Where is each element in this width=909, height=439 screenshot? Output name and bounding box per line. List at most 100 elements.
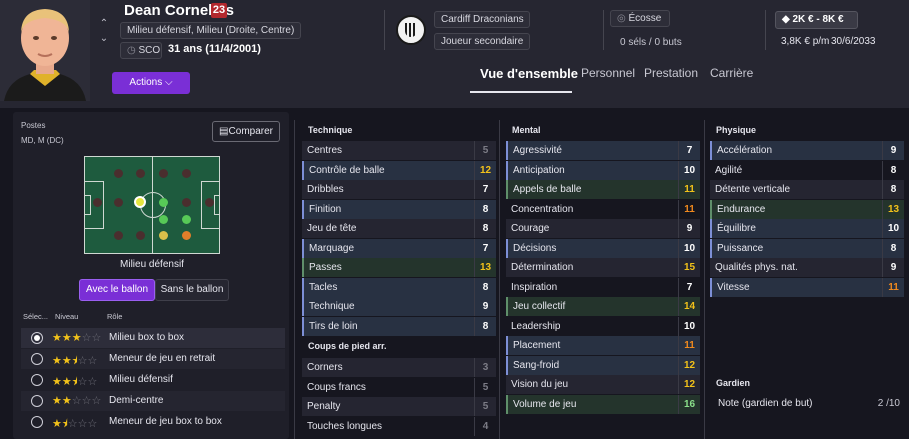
attribute-name: Puissance [717, 242, 764, 254]
attribute-value: 16 [678, 394, 700, 414]
attribute-name: Agressivité [513, 145, 562, 156]
attribute-row[interactable]: Dribbles 7 [302, 180, 496, 199]
nationality-code: SCO [138, 45, 161, 56]
calendar-icon: ◷ [127, 45, 136, 56]
position-dot [92, 197, 102, 207]
column-role[interactable]: Rôle [107, 312, 122, 321]
role-name: Meneur de jeu box to box [109, 416, 222, 427]
globe-icon: ◎ [617, 13, 626, 24]
attribute-row[interactable]: Penalty 5 [302, 397, 496, 416]
attribute-row[interactable]: Coups francs 5 [302, 377, 496, 397]
attribute-name: Courage [511, 223, 550, 234]
attribute-row[interactable]: Puissance 8 [710, 238, 904, 258]
tab-overview[interactable]: Vue d'ensemble [480, 66, 578, 81]
chevron-down-icon[interactable]: ⌄ [97, 33, 111, 44]
country-pill[interactable]: ◎ Écosse [610, 10, 670, 27]
attribute-name: Concentration [511, 203, 574, 215]
column-select[interactable]: Sélec... [23, 312, 48, 321]
attribute-name: Volume de jeu [513, 398, 577, 410]
attribute-row[interactable]: Concentration 11 [506, 199, 700, 219]
position-dot [135, 230, 145, 240]
attribute-row[interactable]: Passes 13 [302, 258, 496, 277]
tab-personal[interactable]: Personnel [581, 66, 635, 80]
attribute-row[interactable]: Sang-froid 12 [506, 355, 700, 375]
role-row[interactable]: ★⯨☆☆☆ Meneur de jeu box to box [21, 412, 285, 432]
attribute-name: Leadership [511, 320, 561, 332]
actions-button[interactable]: Actions ⌵ [112, 72, 190, 94]
attribute-row[interactable]: Courage 9 [506, 219, 700, 238]
role-radio[interactable] [31, 332, 43, 344]
role-row[interactable]: ★★⯨☆☆ Milieu défensif [21, 370, 285, 390]
contract-expiry: 30/6/2033 [831, 36, 876, 47]
attribute-row[interactable]: Jeu de tête 8 [302, 219, 496, 238]
without-ball-toggle[interactable]: Sans le ballon [155, 279, 229, 301]
attribute-row[interactable]: Agilité 8 [710, 160, 904, 180]
set-pieces-title: Coups de pied arr. [308, 341, 387, 351]
attribute-name: Décisions [513, 242, 557, 254]
role-radio[interactable] [31, 353, 43, 365]
attribute-row[interactable]: Volume de jeu 16 [506, 394, 700, 414]
active-tab-indicator [470, 91, 572, 93]
attribute-row[interactable]: Finition 8 [302, 199, 496, 219]
attribute-name: Détermination [511, 262, 574, 273]
chevron-down-icon: ⌵ [164, 77, 173, 88]
attribute-row[interactable]: Tacles 8 [302, 277, 496, 297]
position-dot [158, 197, 168, 207]
attribute-name: Finition [309, 203, 342, 215]
attribute-row[interactable]: Corners 3 [302, 358, 496, 377]
player-portrait [0, 0, 90, 101]
role-row[interactable]: ★★★☆☆ Milieu box to box [21, 328, 285, 348]
attribute-row[interactable]: Agressivité 7 [506, 141, 700, 160]
pitch-diagram [84, 156, 220, 254]
attribute-row[interactable]: Tirs de loin 8 [302, 316, 496, 336]
player-positions: Milieu défensif, Milieu (Droite, Centre) [120, 22, 302, 39]
attribute-row[interactable]: Appels de balle 11 [506, 180, 700, 199]
player-age: 31 ans (11/4/2001) [168, 43, 261, 55]
attribute-row[interactable]: Jeu collectif 14 [506, 297, 700, 316]
chevron-up-icon[interactable]: ⌃ [97, 18, 111, 29]
tab-career[interactable]: Carrière [710, 66, 753, 80]
compare-button[interactable]: ▤ Comparer [212, 121, 280, 142]
role-radio[interactable] [31, 416, 43, 428]
with-ball-toggle[interactable]: Avec le ballon [79, 279, 155, 301]
goalkeeper-title: Gardien [716, 378, 751, 388]
attribute-row[interactable]: Détente verticale 8 [710, 180, 904, 199]
attribute-row[interactable]: Marquage 7 [302, 238, 496, 258]
attribute-row[interactable]: Vision du jeu 12 [506, 375, 700, 394]
attribute-row[interactable]: Endurance 13 [710, 199, 904, 219]
club-name[interactable]: Cardiff Draconians [434, 11, 530, 28]
role-row[interactable]: ★★☆☆☆ Demi-centre [21, 391, 285, 411]
column-level[interactable]: Niveau [55, 312, 78, 321]
role-row[interactable]: ★★⯨☆☆ Meneur de jeu en retrait [21, 349, 285, 369]
attribute-name: Placement [513, 340, 561, 351]
attribute-value: 12 [678, 355, 700, 375]
attribute-value: 9 [678, 219, 700, 238]
actions-label: Actions [129, 77, 163, 88]
attribute-row[interactable]: Inspiration 7 [506, 277, 700, 297]
attribute-row[interactable]: Centres 5 [302, 141, 496, 160]
attribute-name: Penalty [307, 401, 341, 412]
attribute-row[interactable]: Vitesse 11 [710, 277, 904, 297]
attribute-row[interactable]: Technique 9 [302, 297, 496, 316]
attribute-value: 8 [882, 180, 904, 199]
attribute-value: 10 [678, 316, 700, 336]
role-radio[interactable] [31, 395, 43, 407]
attribute-row[interactable]: Accélération 9 [710, 141, 904, 160]
attribute-row[interactable]: Détermination 15 [506, 258, 700, 277]
position-dot [134, 196, 146, 208]
attribute-row[interactable]: Contrôle de balle 12 [302, 160, 496, 180]
club-logo[interactable] [396, 15, 426, 45]
attribute-row[interactable]: Anticipation 10 [506, 160, 700, 180]
attribute-name: Détente verticale [715, 184, 791, 195]
attribute-row[interactable]: Touches longues 4 [302, 416, 496, 436]
attribute-row[interactable]: Placement 11 [506, 336, 700, 355]
attribute-value: 4 [474, 416, 496, 436]
role-radio[interactable] [31, 374, 43, 386]
attribute-row[interactable]: Leadership 10 [506, 316, 700, 336]
tab-performance[interactable]: Prestation [644, 66, 698, 80]
attribute-name: Qualités phys. nat. [715, 262, 798, 273]
attribute-row[interactable]: Décisions 10 [506, 238, 700, 258]
attribute-row[interactable]: Équilibre 10 [710, 219, 904, 238]
attribute-row[interactable]: Qualités phys. nat. 9 [710, 258, 904, 277]
transfer-value-range: 2K € - 8K € [792, 14, 844, 25]
